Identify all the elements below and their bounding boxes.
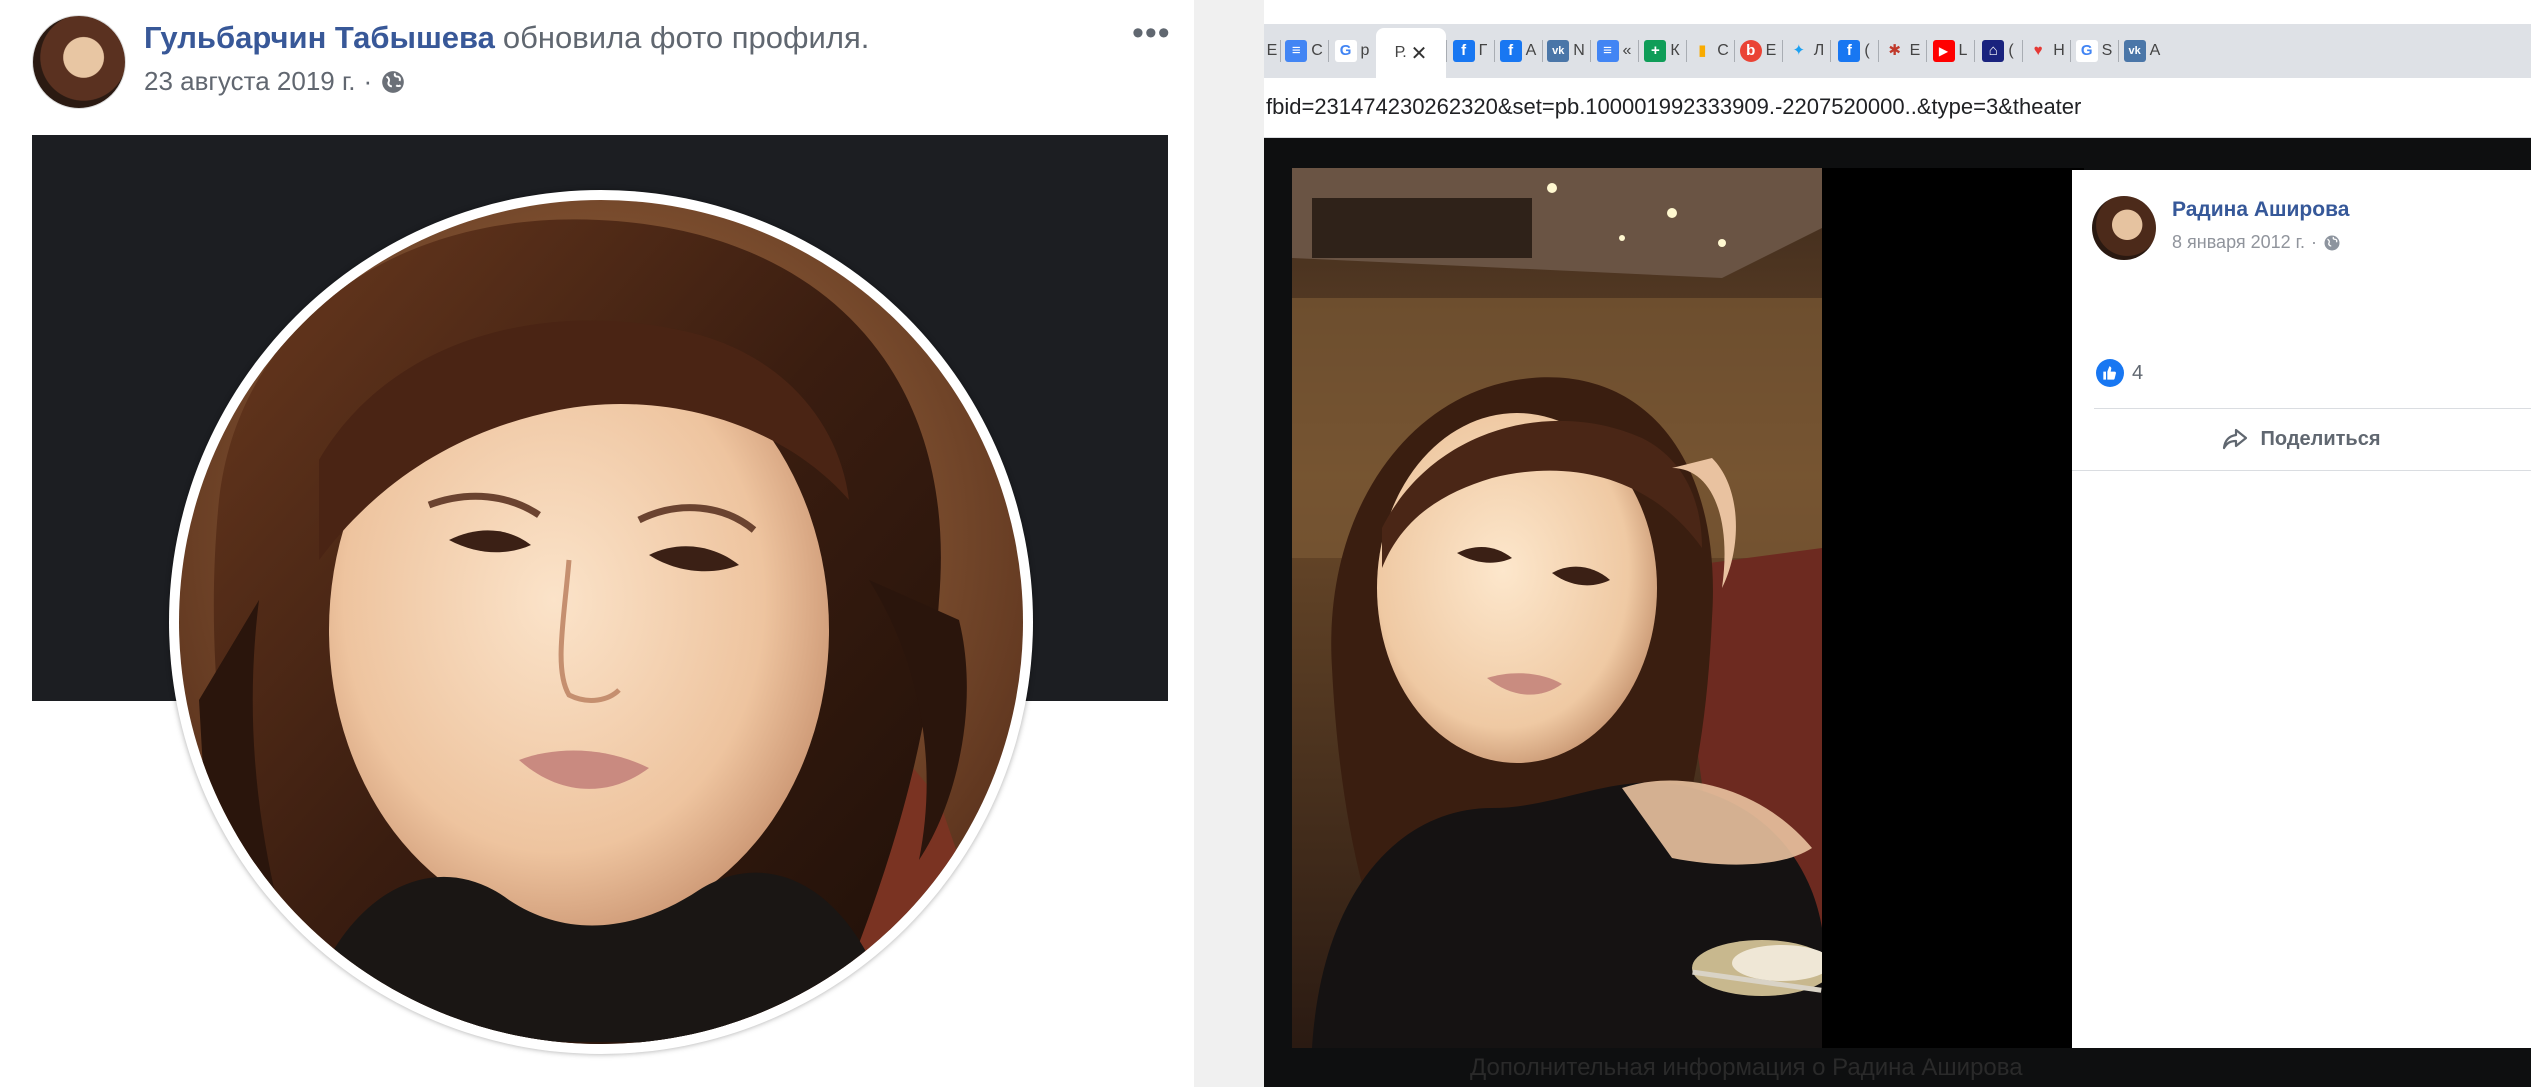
tab-label: Г — [1478, 42, 1488, 59]
tab-active[interactable]: Р. ✕ — [1376, 28, 1446, 78]
google-icon: G — [1334, 40, 1357, 62]
twitter-icon: ✦ — [1787, 40, 1810, 62]
tab-label: N — [1573, 42, 1585, 59]
theater-portrait-illustration — [1292, 168, 1822, 1048]
portrait-illustration — [179, 200, 1023, 1044]
poster-avatar[interactable] — [2092, 196, 2156, 260]
theater-footer: Дополнительная информация о Радина Аширо… — [1264, 1050, 2531, 1087]
post-header: Гульбарчин Табышева обновила фото профиля… — [144, 20, 869, 56]
url-text[interactable]: fbid=231474230262320&set=pb.100001992333… — [1266, 94, 2081, 120]
tab-label: Е — [1909, 42, 1921, 59]
share-label: Поделиться — [2260, 427, 2381, 450]
tab-label: ( — [1864, 42, 1870, 59]
poster-name-link[interactable]: Радина Аширова — [2172, 198, 2349, 222]
profile-photo-frame — [169, 190, 1033, 1054]
share-button[interactable]: Поделиться — [2072, 414, 2531, 464]
docs-icon: ≡ — [1596, 40, 1619, 62]
tab-label: А — [2149, 42, 2161, 59]
analytics-icon: ▮ — [1691, 40, 1714, 62]
tab-partial-label: Е — [1266, 42, 1278, 59]
broken-heart-icon: ♥ — [2027, 40, 2050, 62]
tab-label: L — [1958, 42, 1968, 59]
more-info-link[interactable]: Дополнительная информация о Радина Аширо… — [1470, 1054, 2023, 1082]
facebook-icon: f — [1838, 40, 1861, 62]
tab-label: Л — [1813, 42, 1825, 59]
like-count: 4 — [2132, 361, 2144, 384]
tab-partial[interactable]: Е — [1264, 28, 1280, 74]
tab-item[interactable]: ♥ Н — [2022, 28, 2070, 74]
meta-separator: · — [363, 66, 373, 96]
tab-label: С — [1717, 42, 1729, 59]
divider — [2072, 470, 2531, 471]
tab-label: Н — [2053, 42, 2065, 59]
more-options-button[interactable]: ••• — [1132, 16, 1171, 50]
sheets-icon: + — [1644, 40, 1667, 62]
facebook-post-panel: Гульбарчин Табышева обновила фото профиля… — [0, 0, 1194, 1087]
like-icon — [2096, 359, 2124, 387]
tab-item[interactable]: fА — [1494, 28, 1542, 74]
photo-info-panel: Радина Аширова 8 января 2012 г. · 4 Поде… — [2072, 170, 2531, 1048]
reactions-summary[interactable]: 4 — [2096, 359, 2143, 387]
tab-label: S — [2101, 42, 2113, 59]
address-bar[interactable]: fbid=231474230262320&set=pb.100001992333… — [1264, 78, 2531, 138]
docs-icon: ≡ — [1285, 40, 1308, 62]
tab-item[interactable]: f( — [1830, 28, 1878, 74]
poster-date-link[interactable]: 8 января 2012 г. — [2172, 232, 2305, 253]
tab-item[interactable]: Gр — [1328, 28, 1376, 74]
tab-label: Е — [1765, 42, 1777, 59]
globe-icon[interactable] — [380, 69, 406, 95]
active-tab-label: Р. — [1394, 44, 1407, 61]
share-arrow-icon — [2223, 428, 2248, 450]
orange-circle-icon: b — [1739, 40, 1762, 62]
post-card: Гульбарчин Табышева обновила фото профиля… — [0, 0, 1194, 1087]
google-icon: G — [2075, 40, 2098, 62]
tab-item[interactable]: vk N — [1542, 28, 1590, 74]
bug-icon: ✱ — [1883, 40, 1906, 62]
author-name-link[interactable]: Гульбарчин Табышева — [144, 20, 495, 55]
theater-photo[interactable] — [1292, 168, 1822, 1048]
tab-item[interactable]: ≡ « — [1590, 28, 1638, 74]
tab-item[interactable]: fГ — [1446, 28, 1494, 74]
post-meta: 23 августа 2019 г. · — [144, 66, 406, 97]
tab-item[interactable]: ✦ Л — [1782, 28, 1830, 74]
post-date-link[interactable]: 23 августа 2019 г. — [144, 66, 356, 97]
tab-item[interactable]: ≡ С — [1280, 28, 1328, 74]
tab-item[interactable]: vk А — [2118, 28, 2166, 74]
divider — [2094, 408, 2531, 409]
browser-tab-strip: Е ≡ С Gр Р. ✕ fГ fА vk N ≡ « + К ▮ С bЕ ✦ Л f(… — [1264, 24, 2531, 78]
house-icon: ⌂ — [1982, 40, 2005, 62]
facebook-icon: f — [1499, 40, 1522, 62]
tab-item[interactable]: + К — [1638, 28, 1686, 74]
post-photo[interactable] — [32, 135, 1168, 1087]
vk-icon: vk — [2123, 40, 2146, 62]
meta-separator: · — [2311, 232, 2318, 252]
facebook-icon: f — [1452, 40, 1475, 62]
image-divider — [1194, 0, 1264, 1087]
tab-label: А — [1525, 42, 1537, 59]
tab-item[interactable]: ▮ С — [1686, 28, 1734, 74]
tab-label: К — [1670, 42, 1680, 59]
photo-theater: Радина Аширова 8 января 2012 г. · 4 Поде… — [1264, 138, 2531, 1087]
tab-item[interactable]: GS — [2070, 28, 2118, 74]
post-action-text: обновила фото профиля. — [502, 20, 870, 55]
tab-item[interactable]: ▶ L — [1926, 28, 1974, 74]
tab-label: С — [1311, 42, 1323, 59]
tab-label: р — [1360, 42, 1370, 59]
tab-item[interactable]: bЕ — [1734, 28, 1782, 74]
close-tab-icon[interactable]: ✕ — [1411, 41, 1428, 66]
tab-label: « — [1622, 42, 1632, 59]
poster-meta: 8 января 2012 г. · — [2172, 232, 2341, 253]
author-avatar[interactable] — [32, 15, 126, 109]
vk-icon: vk — [1547, 40, 1570, 62]
tab-item[interactable]: ⌂( — [1974, 28, 2022, 74]
tab-item[interactable]: ✱ Е — [1878, 28, 1926, 74]
profile-photo[interactable] — [179, 200, 1023, 1044]
youtube-icon: ▶ — [1932, 40, 1955, 62]
globe-icon[interactable] — [2323, 234, 2341, 252]
browser-window: Е ≡ С Gр Р. ✕ fГ fА vk N ≡ « + К ▮ С bЕ ✦ Л f(… — [1264, 0, 2531, 1087]
tab-label: ( — [2008, 42, 2014, 59]
